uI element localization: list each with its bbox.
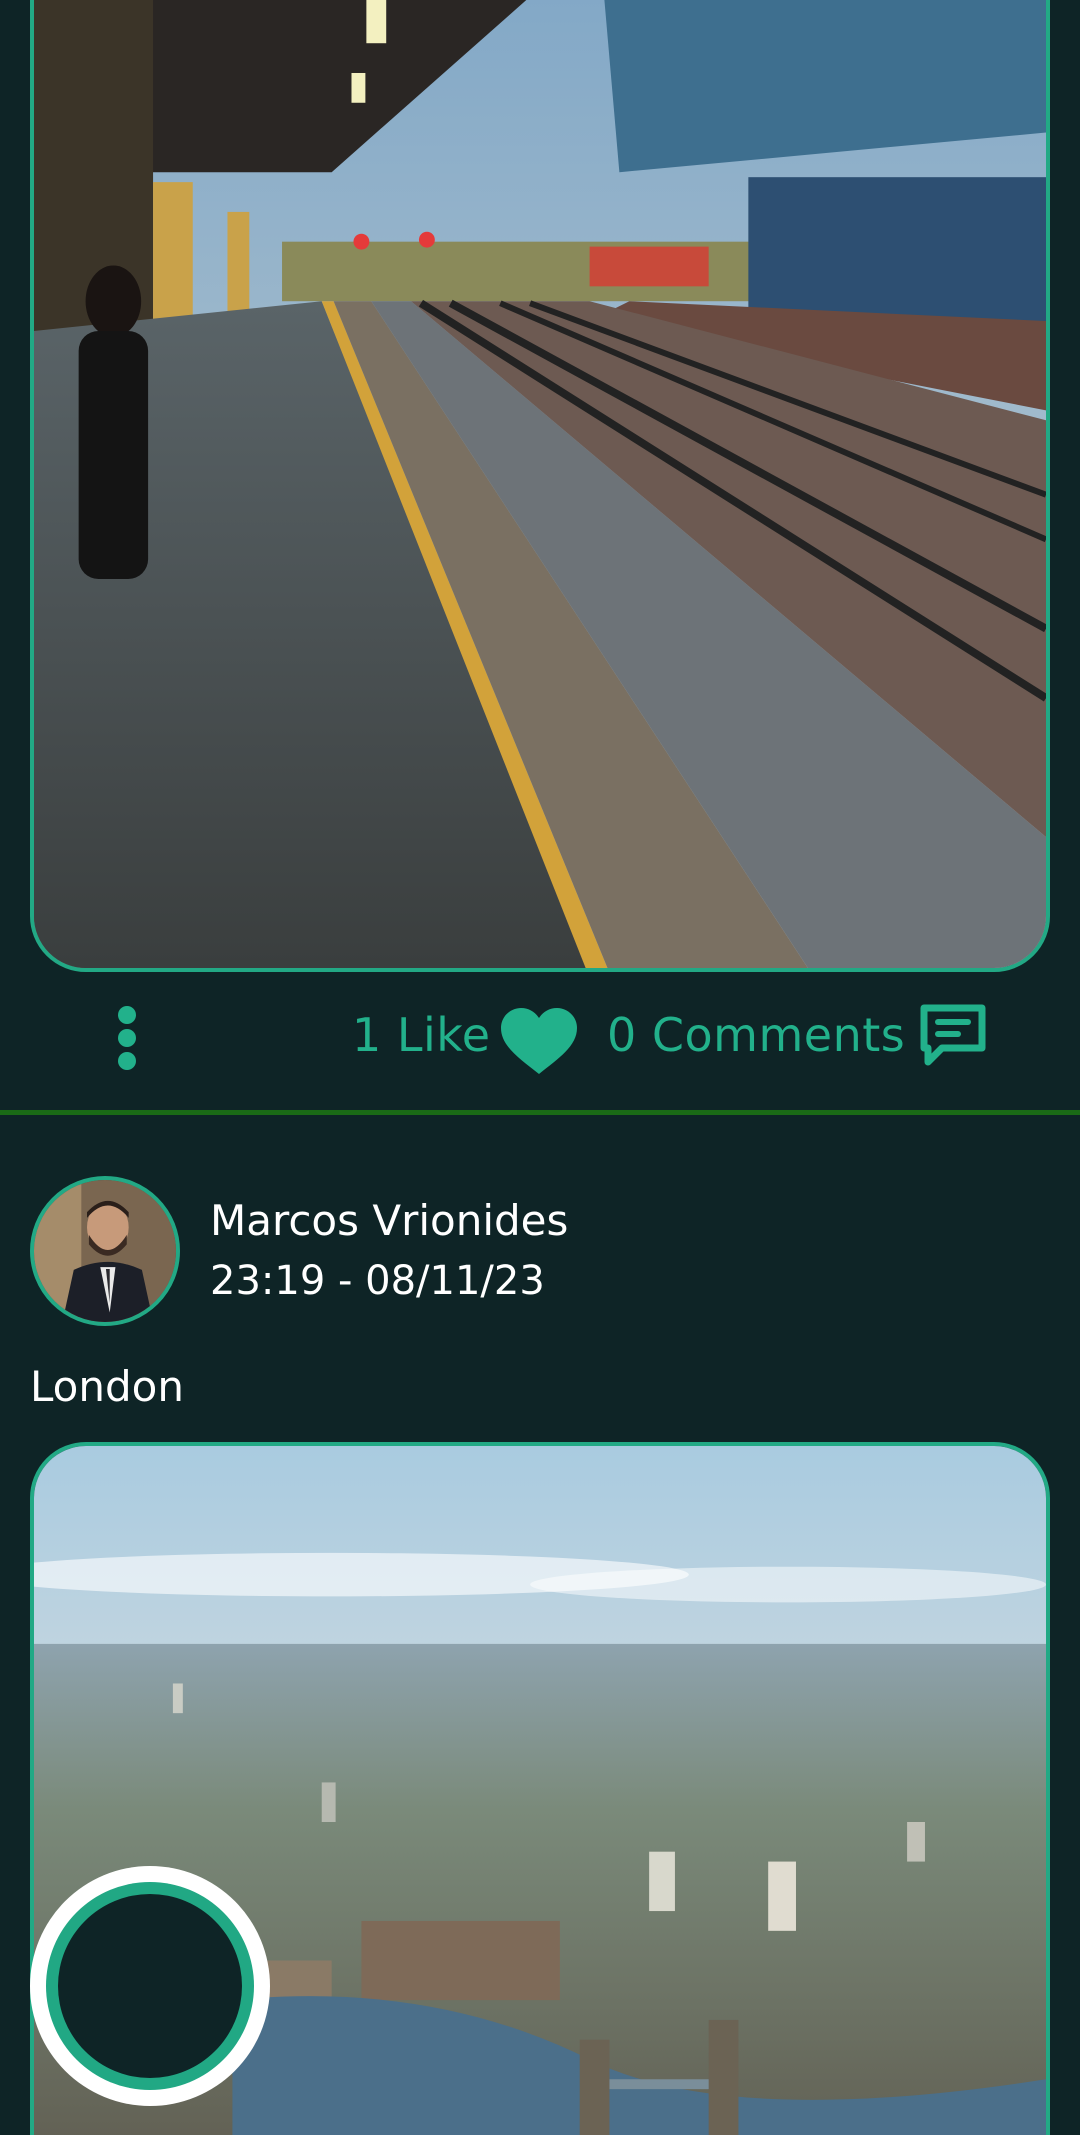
user-avatar-photo (34, 1180, 176, 1322)
post-author-name[interactable]: Marcos Vrionides (210, 1196, 568, 1245)
post-action-bar: 1 Like 0 Comments (0, 990, 1080, 1090)
comment-icon[interactable] (918, 1002, 988, 1072)
more-vertical-icon[interactable] (105, 998, 149, 1078)
post-divider (0, 1110, 1080, 1115)
like-count[interactable]: 1 Like (352, 1008, 491, 1062)
avatar[interactable] (30, 1176, 180, 1326)
feed: 1 Like 0 Comments Marcos Vrionides 23:19… (0, 0, 1080, 2135)
post-timestamp: 23:19 - 08/11/23 (210, 1258, 545, 1304)
heart-icon[interactable] (499, 1008, 579, 1078)
comment-count[interactable]: 0 Comments (607, 1008, 905, 1062)
record-button[interactable] (30, 1866, 270, 2106)
station-photo (34, 0, 1046, 968)
record-button-core (58, 1894, 242, 2078)
post-caption: London (30, 1362, 184, 1411)
record-button-ring (46, 1882, 254, 2090)
post-photo-station[interactable] (30, 0, 1050, 972)
